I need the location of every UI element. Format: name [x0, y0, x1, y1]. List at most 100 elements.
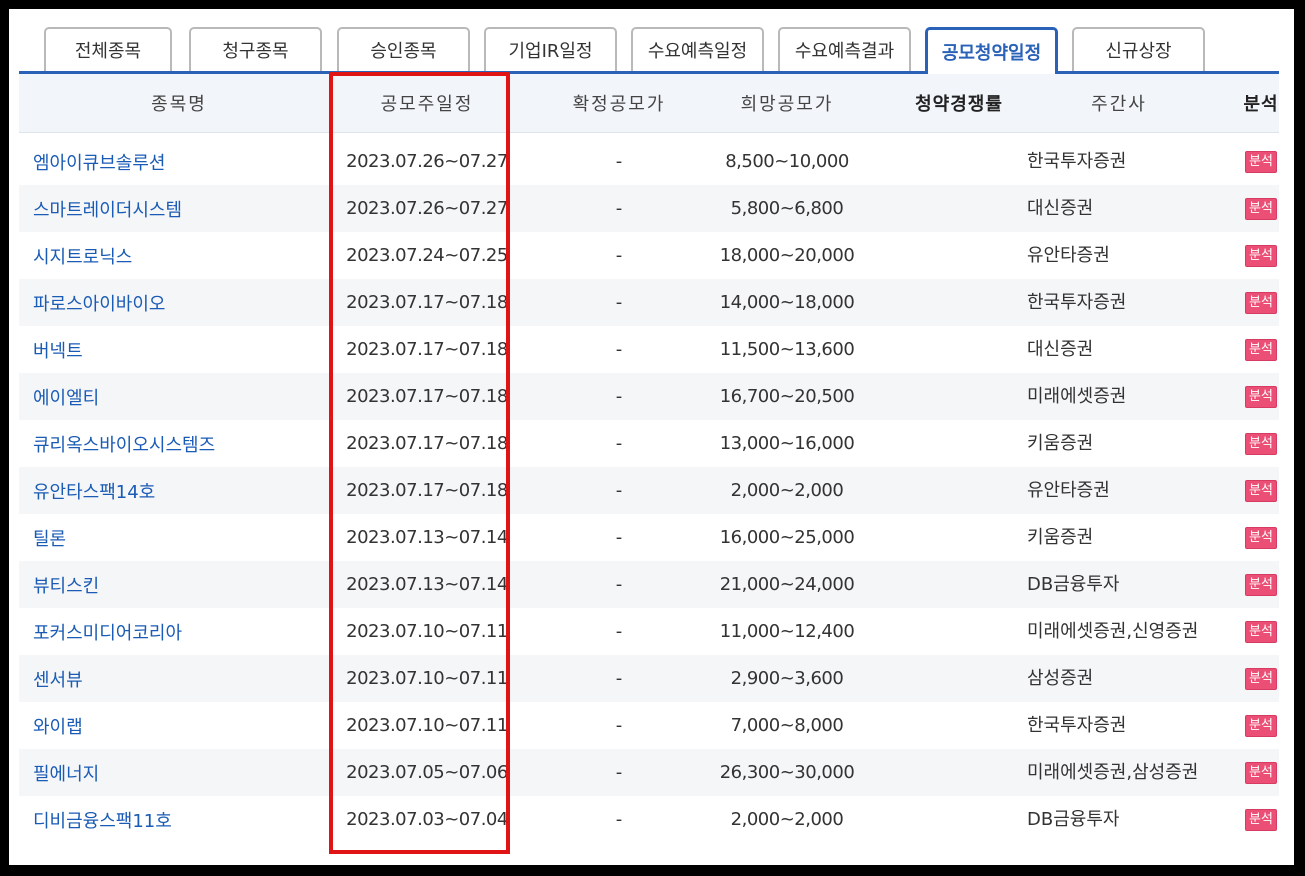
- hope-price: 18,000~20,000: [719, 245, 855, 266]
- hope-price: 2,000~2,000: [730, 480, 844, 501]
- table-row: 필에너지 2023.07.05~07.06 - 26,300~30,000 미래에셋증권…: [19, 749, 1279, 796]
- analysis-button[interactable]: 분석: [1245, 197, 1277, 220]
- header-name: 종목명: [151, 94, 207, 115]
- hope-price: 21,000~24,000: [719, 574, 855, 595]
- header-analysis: 분석: [1243, 94, 1279, 115]
- analysis-button[interactable]: 분석: [1245, 761, 1277, 784]
- confirmed-price: -: [615, 198, 623, 219]
- subscription-date: 2023.07.26~07.27: [346, 151, 508, 172]
- confirmed-price: -: [615, 527, 623, 548]
- stock-name-link[interactable]: 파로스아이바이오: [33, 279, 333, 326]
- stock-name-link[interactable]: 엠아이큐브솔루션: [33, 138, 333, 185]
- hope-price: 11,500~13,600: [719, 339, 855, 360]
- analysis-cell: 분석: [1241, 279, 1281, 326]
- table-row: 엠아이큐브솔루션 2023.07.26~07.27 - 8,500~10,000 한국투…: [19, 138, 1279, 185]
- table-row: 시지트로닉스 2023.07.24~07.25 - 18,000~20,000 유안타증…: [19, 232, 1279, 279]
- underwriter: 미래에셋증권,삼성증권: [1027, 762, 1199, 783]
- confirmed-price: -: [615, 292, 623, 313]
- subscription-date: 2023.07.26~07.27: [346, 198, 508, 219]
- stock-name-link[interactable]: 큐리옥스바이오시스템즈: [33, 420, 333, 467]
- analysis-cell: 분석: [1241, 561, 1281, 608]
- analysis-cell: 분석: [1241, 185, 1281, 232]
- stock-name-link[interactable]: 필에너지: [33, 749, 333, 796]
- subscription-date: 2023.07.17~07.18: [346, 292, 508, 313]
- analysis-button[interactable]: 분석: [1245, 714, 1277, 737]
- stock-name-link[interactable]: 뷰티스킨: [33, 561, 333, 608]
- analysis-cell: 분석: [1241, 796, 1281, 843]
- header-confirmed-price: 확정공모가: [572, 94, 666, 115]
- confirmed-price: -: [615, 339, 623, 360]
- hope-price: 16,700~20,500: [719, 386, 855, 407]
- tab-approved[interactable]: 승인종목: [337, 27, 470, 71]
- subscription-date: 2023.07.13~07.14: [346, 527, 508, 548]
- table-row: 버넥트 2023.07.17~07.18 - 11,500~13,600 대신증권 분석: [19, 326, 1279, 373]
- analysis-button[interactable]: 분석: [1245, 667, 1277, 690]
- underwriter: 유안타증권: [1027, 245, 1110, 266]
- underwriter: 미래에셋증권,신영증권: [1027, 621, 1199, 642]
- stock-name-link[interactable]: 유안타스팩14호: [33, 467, 333, 514]
- subscription-date: 2023.07.03~07.04: [346, 809, 508, 830]
- analysis-button[interactable]: 분석: [1245, 526, 1277, 549]
- hope-price: 14,000~18,000: [719, 292, 855, 313]
- subscription-date: 2023.07.13~07.14: [346, 574, 508, 595]
- analysis-cell: 분석: [1241, 702, 1281, 749]
- analysis-cell: 분석: [1241, 514, 1281, 561]
- underwriter: 대신증권: [1027, 339, 1094, 360]
- stock-name-link[interactable]: 에이엘티: [33, 373, 333, 420]
- table-header: 종목명 공모주일정 확정공모가 희망공모가 청약경쟁률 주간사 분석: [19, 74, 1279, 133]
- table-row: 에이엘티 2023.07.17~07.18 - 16,700~20,500 미래에셋증권…: [19, 373, 1279, 420]
- analysis-button[interactable]: 분석: [1245, 385, 1277, 408]
- header-competition: 청약경쟁률: [915, 94, 1003, 115]
- hope-price: 16,000~25,000: [719, 527, 855, 548]
- header-date: 공모주일정: [380, 94, 474, 115]
- tab-filed[interactable]: 청구종목: [189, 27, 322, 71]
- table-body: 엠아이큐브솔루션 2023.07.26~07.27 - 8,500~10,000 한국투…: [19, 138, 1279, 843]
- table-row: 와이랩 2023.07.10~07.11 - 7,000~8,000 한국투자증권 분석: [19, 702, 1279, 749]
- tab-demand-schedule[interactable]: 수요예측일정: [631, 27, 764, 71]
- stock-name-link[interactable]: 디비금융스팩11호: [33, 796, 333, 843]
- confirmed-price: -: [615, 480, 623, 501]
- tab-new-listing[interactable]: 신규상장: [1072, 27, 1205, 71]
- analysis-button[interactable]: 분석: [1245, 338, 1277, 361]
- tab-subscription-schedule[interactable]: 공모청약일정: [925, 27, 1058, 74]
- confirmed-price: -: [615, 245, 623, 266]
- analysis-button[interactable]: 분석: [1245, 573, 1277, 596]
- confirmed-price: -: [615, 715, 623, 736]
- tab-all[interactable]: 전체종목: [44, 27, 172, 71]
- confirmed-price: -: [615, 621, 623, 642]
- subscription-date: 2023.07.17~07.18: [346, 339, 508, 360]
- stock-name-link[interactable]: 스마트레이더시스템: [33, 185, 333, 232]
- table-row: 파로스아이바이오 2023.07.17~07.18 - 14,000~18,000 한국…: [19, 279, 1279, 326]
- confirmed-price: -: [615, 151, 623, 172]
- confirmed-price: -: [615, 668, 623, 689]
- stock-name-link[interactable]: 버넥트: [33, 326, 333, 373]
- analysis-cell: 분석: [1241, 420, 1281, 467]
- analysis-button[interactable]: 분석: [1245, 244, 1277, 267]
- hope-price: 5,800~6,800: [730, 198, 844, 219]
- underwriter: 미래에셋증권: [1027, 386, 1127, 407]
- analysis-button[interactable]: 분석: [1245, 150, 1277, 173]
- stock-name-link[interactable]: 와이랩: [33, 702, 333, 749]
- stock-name-link[interactable]: 틸론: [33, 514, 333, 561]
- confirmed-price: -: [615, 762, 623, 783]
- stock-name-link[interactable]: 포커스미디어코리아: [33, 608, 333, 655]
- table-row: 유안타스팩14호 2023.07.17~07.18 - 2,000~2,000 유안타증…: [19, 467, 1279, 514]
- confirmed-price: -: [615, 809, 623, 830]
- stock-name-link[interactable]: 센서뷰: [33, 655, 333, 702]
- underwriter: 키움증권: [1027, 527, 1094, 548]
- tab-demand-result[interactable]: 수요예측결과: [778, 27, 911, 71]
- underwriter: 대신증권: [1027, 198, 1094, 219]
- analysis-button[interactable]: 분석: [1245, 432, 1277, 455]
- hope-price: 11,000~12,400: [719, 621, 855, 642]
- table-row: 포커스미디어코리아 2023.07.10~07.11 - 11,000~12,400 미…: [19, 608, 1279, 655]
- table-row: 틸론 2023.07.13~07.14 - 16,000~25,000 키움증권 분석: [19, 514, 1279, 561]
- analysis-button[interactable]: 분석: [1245, 479, 1277, 502]
- hope-price: 2,900~3,600: [730, 668, 844, 689]
- stock-name-link[interactable]: 시지트로닉스: [33, 232, 333, 279]
- analysis-button[interactable]: 분석: [1245, 620, 1277, 643]
- analysis-button[interactable]: 분석: [1245, 808, 1277, 831]
- tab-ir-schedule[interactable]: 기업IR일정: [484, 27, 617, 71]
- analysis-button[interactable]: 분석: [1245, 291, 1277, 314]
- analysis-cell: 분석: [1241, 326, 1281, 373]
- table-row: 스마트레이더시스템 2023.07.26~07.27 - 5,800~6,800 대신증…: [19, 185, 1279, 232]
